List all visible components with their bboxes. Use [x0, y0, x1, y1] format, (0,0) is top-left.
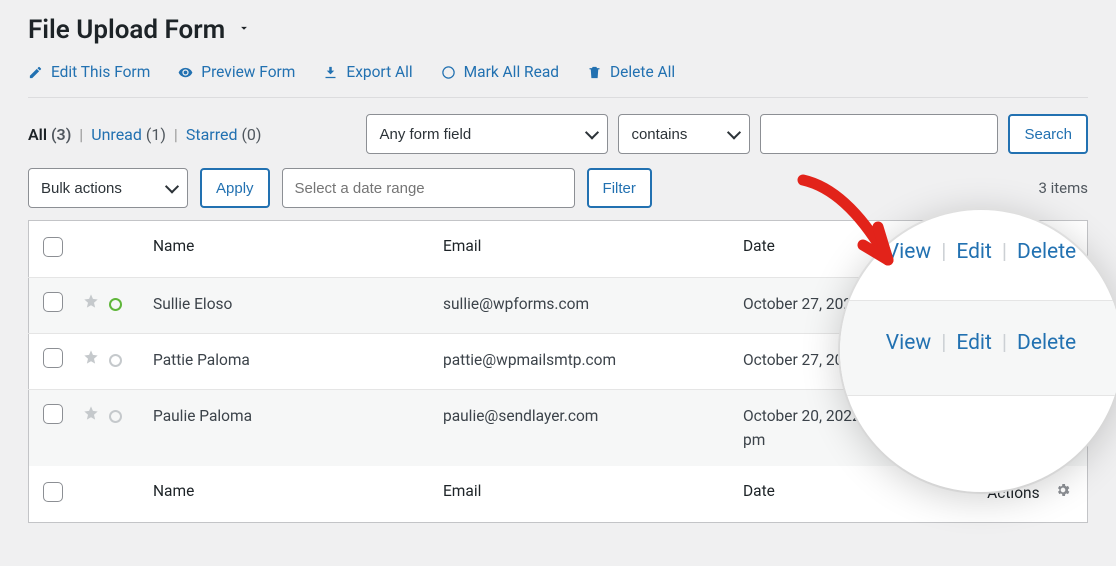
filter-row-2: Bulk actions Apply Filter 3 items: [28, 168, 1088, 208]
filter-row-1: All (3) | Unread (1) | Starred (0) Any f…: [28, 114, 1088, 154]
magnified-row-actions: View | Edit | Delete: [840, 301, 1116, 396]
status-all[interactable]: All (3): [28, 125, 71, 144]
read-indicator-icon[interactable]: [109, 410, 122, 423]
star-icon[interactable]: [83, 404, 99, 428]
trash-icon: [587, 65, 602, 80]
column-header-name[interactable]: Name: [143, 221, 433, 278]
unread-indicator-icon[interactable]: [109, 298, 122, 311]
search-button[interactable]: Search: [1008, 114, 1088, 154]
pencil-icon: [28, 65, 43, 80]
cell-email: sullie@wpforms.com: [433, 278, 733, 334]
items-count: 3 items: [1038, 179, 1088, 197]
cell-email: pattie@wpmailsmtp.com: [433, 334, 733, 390]
edit-link[interactable]: Edit: [956, 240, 992, 264]
cell-email: paulie@sendlayer.com: [433, 390, 733, 467]
filter-field-select[interactable]: Any form field: [366, 114, 608, 154]
toolbar-actions: Edit This Form Preview Form Export All M…: [28, 63, 1088, 81]
column-footer-date[interactable]: Date: [733, 466, 923, 523]
preview-form-link[interactable]: Preview Form: [178, 63, 295, 81]
status-filter-links: All (3) | Unread (1) | Starred (0): [28, 125, 261, 144]
delete-link[interactable]: Delete: [1017, 240, 1076, 264]
star-icon[interactable]: [83, 348, 99, 372]
row-checkbox[interactable]: [43, 348, 63, 368]
delete-link[interactable]: Delete: [1017, 331, 1076, 355]
circle-icon: [441, 65, 456, 80]
edit-link[interactable]: Edit: [956, 331, 992, 355]
view-link[interactable]: View: [886, 240, 931, 264]
bulk-action-select[interactable]: Bulk actions: [28, 168, 188, 208]
cell-name: Sullie Eloso: [143, 278, 433, 334]
select-all-footer-checkbox[interactable]: [43, 482, 63, 502]
export-all-link[interactable]: Export All: [323, 63, 412, 81]
delete-all-label: Delete All: [610, 63, 675, 81]
filter-button[interactable]: Filter: [587, 168, 652, 208]
export-all-label: Export All: [346, 63, 412, 81]
edit-form-label: Edit This Form: [51, 63, 150, 81]
column-header-email[interactable]: Email: [433, 221, 733, 278]
date-range-input[interactable]: [282, 168, 575, 208]
select-all-checkbox[interactable]: [43, 237, 63, 257]
column-footer-name[interactable]: Name: [143, 466, 433, 523]
magnifier-callout: View | Edit | Delete View | Edit | Delet…: [840, 210, 1116, 492]
filter-value-input[interactable]: [760, 114, 998, 154]
edit-form-link[interactable]: Edit This Form: [28, 63, 150, 81]
row-checkbox[interactable]: [43, 404, 63, 424]
cell-name: Pattie Paloma: [143, 334, 433, 390]
export-icon: [323, 65, 338, 80]
read-indicator-icon[interactable]: [109, 354, 122, 367]
gear-icon[interactable]: [1055, 482, 1071, 498]
eye-icon: [178, 65, 193, 80]
form-switcher-chevron-icon[interactable]: [237, 21, 251, 39]
preview-form-label: Preview Form: [201, 63, 295, 81]
page-title-row: File Upload Form: [28, 15, 1088, 45]
mark-read-label: Mark All Read: [464, 63, 559, 81]
apply-button[interactable]: Apply: [200, 168, 270, 208]
filter-condition-select[interactable]: contains: [618, 114, 750, 154]
status-unread[interactable]: Unread (1): [91, 125, 166, 144]
view-link[interactable]: View: [886, 331, 931, 355]
column-footer-email[interactable]: Email: [433, 466, 733, 523]
row-checkbox[interactable]: [43, 292, 63, 312]
cell-name: Paulie Paloma: [143, 390, 433, 467]
status-starred[interactable]: Starred (0): [186, 125, 262, 144]
divider: [28, 97, 1088, 98]
delete-all-link[interactable]: Delete All: [587, 63, 675, 81]
page-title: File Upload Form: [28, 15, 225, 45]
star-icon[interactable]: [83, 292, 99, 316]
mark-all-read-link[interactable]: Mark All Read: [441, 63, 559, 81]
